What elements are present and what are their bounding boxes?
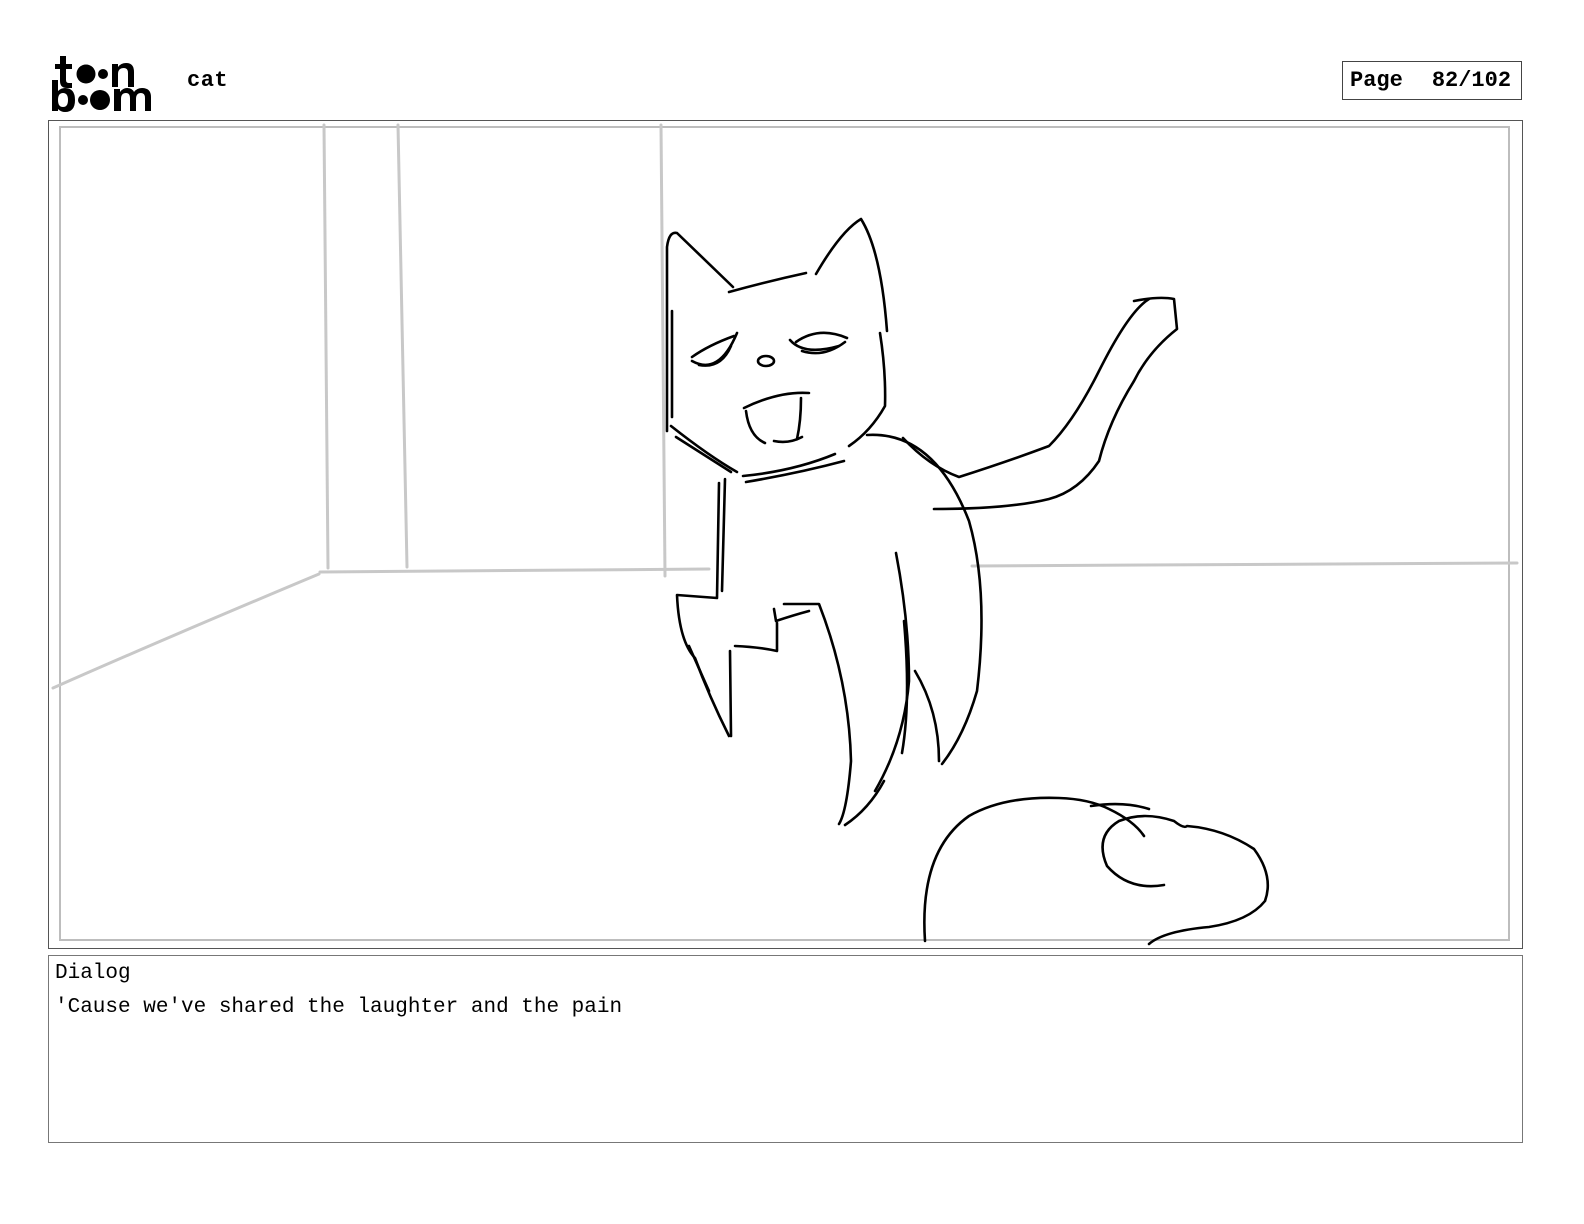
- cat-sketch: [665, 217, 1269, 946]
- page-indicator: Page 82/102: [1342, 61, 1522, 100]
- panel-drawing: [51, 123, 1519, 946]
- dialog-text: 'Cause we've shared the laughter and the…: [55, 996, 623, 1019]
- page-number: 82/102: [1431, 68, 1512, 93]
- project-title: cat: [187, 68, 229, 93]
- toonboom-logo: [52, 56, 151, 112]
- storyboard-panel: [48, 120, 1523, 949]
- dialog-box: Dialog 'Cause we've shared the laughter …: [48, 955, 1523, 1143]
- page-label: Page: [1350, 68, 1403, 93]
- panel-safe-frame: [59, 126, 1510, 941]
- dialog-label: Dialog: [55, 962, 131, 985]
